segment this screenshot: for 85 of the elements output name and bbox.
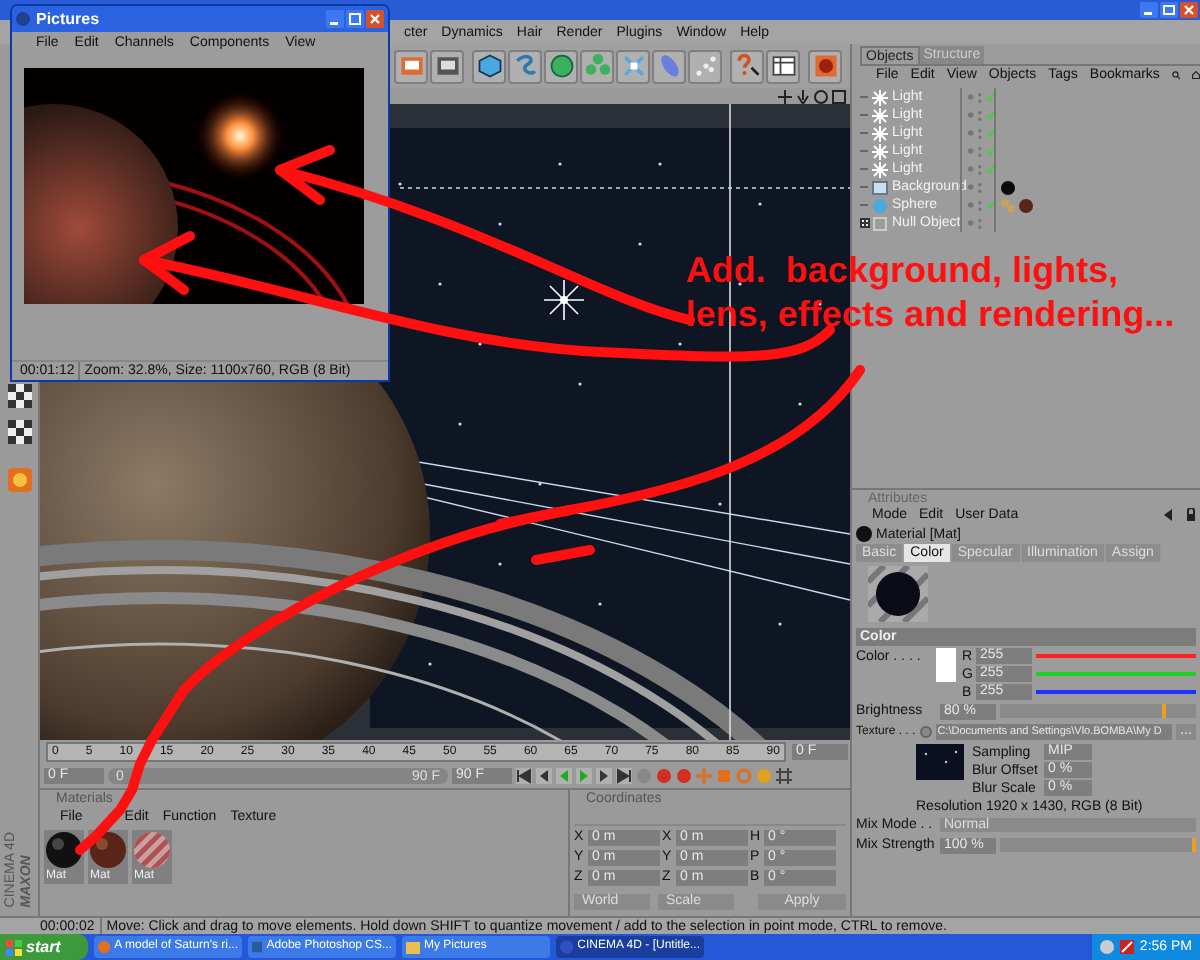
tray-icon[interactable] — [1119, 940, 1134, 954]
film-icon — [433, 52, 461, 80]
cinema-icon — [560, 940, 574, 954]
down-arrow-icon[interactable] — [796, 89, 810, 103]
folder-icon — [406, 940, 420, 954]
sphere-icon — [872, 197, 888, 213]
checker-icon[interactable] — [7, 420, 31, 444]
help-cursor-button[interactable] — [730, 49, 764, 83]
material-ball-icon — [44, 830, 84, 870]
sphere-button[interactable] — [544, 49, 578, 83]
table-button[interactable] — [766, 49, 800, 83]
minimize-icon[interactable] — [326, 10, 344, 28]
slider-track[interactable] — [1000, 704, 1196, 718]
step-forward-icon[interactable] — [596, 768, 612, 784]
check-icon[interactable] — [985, 92, 994, 102]
material-ball-icon — [856, 526, 872, 542]
check-icon[interactable] — [985, 110, 994, 120]
arrows-icon — [619, 52, 647, 80]
check-icon[interactable] — [985, 164, 994, 174]
capsule-icon — [655, 52, 683, 80]
scale-icon[interactable] — [716, 768, 732, 784]
close-icon[interactable] — [366, 10, 384, 28]
windows-logo-icon — [6, 939, 22, 955]
cube-icon — [475, 52, 503, 80]
grid-icon[interactable] — [776, 768, 792, 784]
background-icon — [872, 179, 888, 195]
material-tag-icon[interactable] — [1018, 197, 1034, 213]
visibility-dot-icon[interactable] — [968, 94, 974, 100]
visibility-dot-icon[interactable] — [968, 130, 974, 136]
lock-icon[interactable] — [1186, 508, 1196, 522]
color-swatch[interactable] — [936, 648, 956, 682]
window-title: Pictures — [36, 10, 100, 28]
maximize-icon[interactable] — [832, 89, 846, 103]
null-icon — [872, 215, 888, 231]
photoshop-icon — [252, 940, 263, 954]
tray-icon[interactable] — [1099, 940, 1114, 954]
browser-icon — [98, 940, 111, 954]
minimize-icon[interactable] — [1140, 2, 1158, 18]
app-icon — [16, 12, 30, 26]
search-icon[interactable] — [1171, 68, 1180, 82]
visibility-dot-icon[interactable] — [968, 112, 974, 118]
texture-thumbnail-drawing — [916, 744, 964, 780]
expand-icon[interactable] — [860, 218, 870, 228]
material-tag-icon[interactable] — [1000, 179, 1016, 195]
render-button[interactable] — [808, 49, 842, 83]
capsule-button[interactable] — [652, 49, 686, 83]
move-icon[interactable] — [778, 89, 792, 103]
visibility-dot-icon[interactable] — [968, 202, 974, 208]
film-icon — [397, 52, 425, 80]
material-preview-drawing — [868, 566, 928, 622]
flower-button[interactable] — [580, 49, 614, 83]
material-ball-icon — [132, 830, 172, 870]
paw-icon[interactable] — [7, 468, 31, 492]
visibility-dot-icon[interactable] — [968, 148, 974, 154]
material-ball-icon — [88, 830, 128, 870]
close-icon[interactable] — [1180, 2, 1198, 18]
dots-icon — [691, 52, 719, 80]
home-icon[interactable] — [1191, 68, 1200, 82]
check-icon[interactable] — [985, 200, 994, 210]
checker-icon[interactable] — [7, 384, 31, 408]
skip-end-icon[interactable] — [616, 768, 632, 784]
visibility-dot-icon[interactable] — [968, 220, 974, 226]
sphere-icon — [547, 52, 575, 80]
start-button[interactable]: start — [0, 934, 88, 960]
flower-icon — [583, 52, 611, 80]
keyframe-icon[interactable] — [676, 768, 692, 784]
visibility-dot-icon[interactable] — [968, 166, 974, 172]
back-arrow-icon[interactable] — [1162, 508, 1174, 522]
visibility-dot-icon[interactable] — [968, 184, 974, 190]
dots-button[interactable] — [688, 49, 722, 83]
check-icon[interactable] — [985, 128, 994, 138]
table-icon — [769, 52, 797, 80]
film-button[interactable] — [430, 49, 464, 83]
spiral-icon — [511, 52, 539, 80]
slider-track[interactable] — [1000, 838, 1196, 852]
slider-thumb[interactable] — [1162, 704, 1167, 718]
rotate-icon[interactable] — [814, 89, 828, 103]
film-button[interactable] — [394, 49, 428, 83]
cube-button[interactable] — [472, 49, 506, 83]
step-back-icon[interactable] — [536, 768, 552, 784]
skip-start-icon[interactable] — [516, 768, 532, 784]
help-cursor-icon — [733, 52, 761, 80]
check-icon[interactable] — [985, 146, 994, 156]
render-icon — [811, 52, 839, 80]
arrows-button[interactable] — [616, 49, 650, 83]
